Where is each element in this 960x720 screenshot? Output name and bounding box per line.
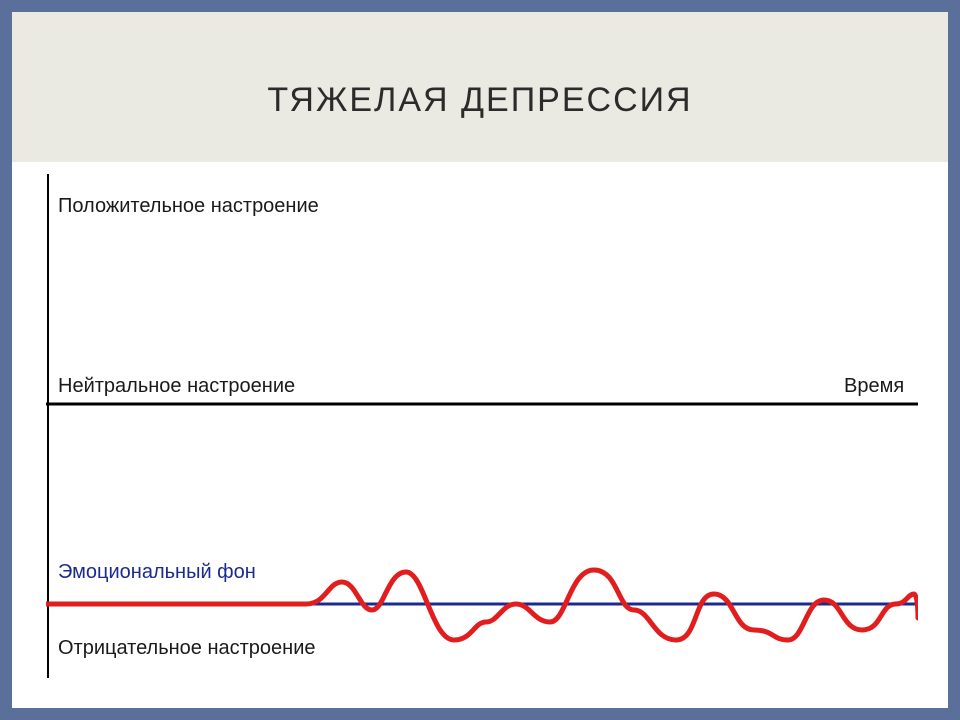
label-neutral: Нейтральное настроение [58,375,295,397]
label-emotional: Эмоциональный фон [58,561,256,583]
label-positive: Положительное настроение [58,195,319,217]
chart-area: Положительное настроение Нейтральное нас… [46,174,918,678]
slide-frame: ТЯЖЕЛАЯ ДЕПРЕССИЯ Положительное настроен… [0,0,960,720]
label-negative: Отрицательное настроение [58,637,316,659]
mood-chart: Положительное настроение Нейтральное нас… [46,174,918,678]
header-band: ТЯЖЕЛАЯ ДЕПРЕССИЯ [12,12,948,162]
label-time: Время [844,375,904,397]
page-title: ТЯЖЕЛАЯ ДЕПРЕССИЯ [267,81,692,120]
